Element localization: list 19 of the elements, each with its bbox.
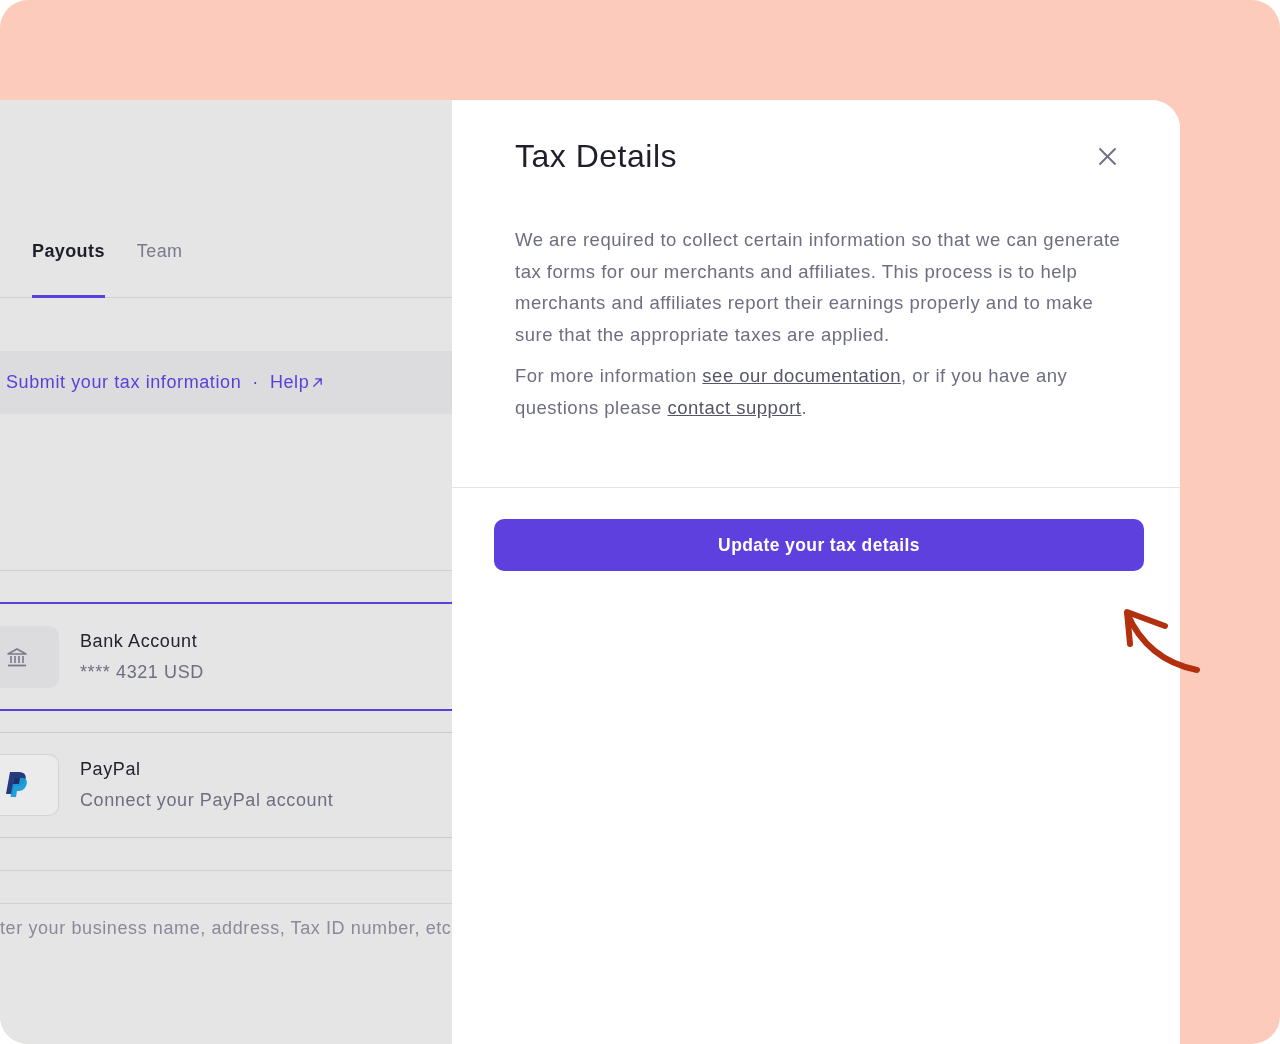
text-link[interactable]: contact support xyxy=(667,396,802,418)
method-title: Bank Account xyxy=(80,630,199,653)
drawer-title: Tax Details xyxy=(515,138,677,174)
arrow-up-right-icon xyxy=(312,377,324,388)
separator-text: · xyxy=(252,372,259,393)
method-title: PayPal xyxy=(80,758,142,781)
close-icon[interactable] xyxy=(1099,147,1116,165)
payout-method-card[interactable]: Bank Account **** 4321 USD xyxy=(0,602,452,711)
tab[interactable]: Payouts xyxy=(32,223,105,298)
text-link[interactable]: see our documentation xyxy=(702,365,902,386)
tax-info-link[interactable]: Submit your tax information xyxy=(6,372,242,393)
intro-text: We are required to collect certain information so that we can generate tax forms for our merchants and affiliates. This process is to help merchants and affiliates report their earnings properly and to make sure that the appropriate taxes are applied. xyxy=(515,228,1122,347)
help-link[interactable]: Help xyxy=(269,372,324,393)
more-info-text: For more information see our documentation, or if you have any questions please contact support. xyxy=(515,364,1069,420)
description-text: ter your business name, address, Tax ID number, etc xyxy=(0,917,452,939)
method-subtitle: **** 4321 USD xyxy=(80,661,204,684)
payout-method-card[interactable]: PayPal Connect your PayPal account xyxy=(0,732,452,838)
method-subtitle: Connect your PayPal account xyxy=(80,789,334,812)
update-tax-details-button[interactable]: Update your tax details xyxy=(494,519,1144,571)
